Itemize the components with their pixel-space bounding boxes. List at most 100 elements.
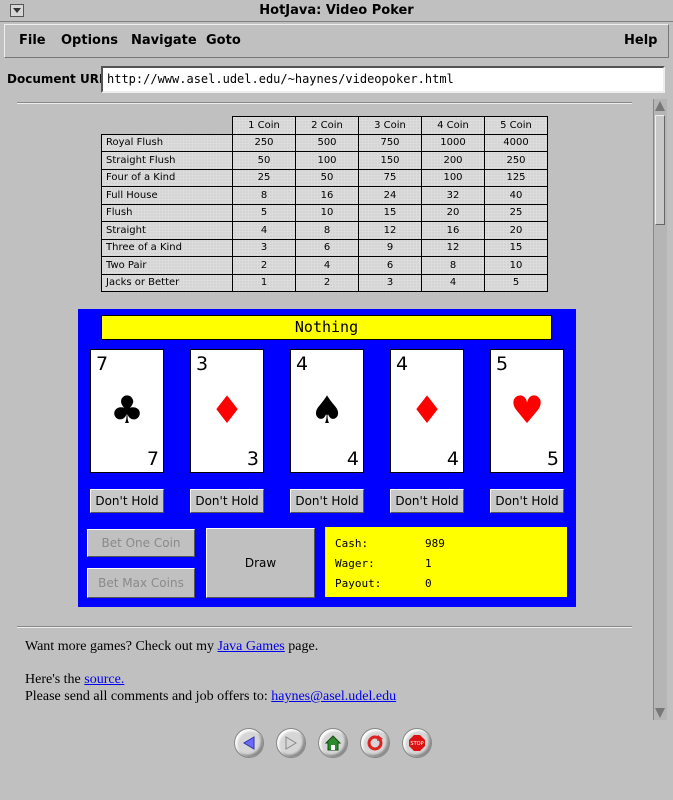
hand-result: Nothing <box>101 315 552 340</box>
menu-file[interactable]: File <box>19 33 46 48</box>
pay-table-row: Royal Flush 250 500 750 1000 4000 <box>101 133 548 152</box>
diamond-icon: ♦ <box>209 388 245 432</box>
hand-name: Straight Flush <box>101 151 233 170</box>
hand-name: Two Pair <box>101 256 233 275</box>
card-rank: 4 <box>396 353 409 375</box>
payout-cell: 32 <box>421 186 485 205</box>
hand-name: Full House <box>101 186 233 205</box>
card-rank: 3 <box>246 448 259 470</box>
source-link[interactable]: source. <box>84 672 124 687</box>
stop-button[interactable]: STOP <box>402 728 432 758</box>
payout-cell: 5 <box>232 203 296 222</box>
pay-table-row: Three of a Kind 3 6 9 12 15 <box>101 238 548 257</box>
reload-button[interactable] <box>360 728 390 758</box>
back-icon <box>243 736 255 750</box>
java-games-link[interactable]: Java Games <box>218 639 285 654</box>
navigation-toolbar: STOP <box>0 722 673 800</box>
header-2-coin: 2 Coin <box>295 116 359 135</box>
pay-table-row: Flush 5 10 15 20 25 <box>101 203 548 222</box>
home-button[interactable] <box>318 728 348 758</box>
pay-table: 1 Coin 2 Coin 3 Coin 4 Coin 5 Coin Royal… <box>101 116 548 292</box>
spade-icon: ♠ <box>309 388 345 432</box>
payout-cell: 25 <box>232 168 296 187</box>
wager-value: 1 <box>425 557 432 570</box>
header-3-coin: 3 Coin <box>358 116 422 135</box>
card-2[interactable]: 3 ♦ 3 <box>190 349 264 473</box>
wager-label: Wager: <box>335 557 375 570</box>
card-rank: 5 <box>546 448 559 470</box>
payout-cell: 4000 <box>484 133 548 152</box>
hand-name: Royal Flush <box>101 133 233 152</box>
payout-cell: 4 <box>295 256 359 275</box>
card-5[interactable]: 5 ♥ 5 <box>490 349 564 473</box>
payout-cell: 150 <box>358 151 422 170</box>
diamond-icon: ♦ <box>409 388 445 432</box>
payout-cell: 6 <box>358 256 422 275</box>
hold-button-3[interactable]: Don't Hold <box>290 489 364 513</box>
payout-cell: 10 <box>484 256 548 275</box>
pay-table-body: Royal Flush 250 500 750 1000 4000 Straight Flu… <box>101 133 548 292</box>
comments-prefix: Please send all comments and job offers … <box>25 689 268 704</box>
hold-button-1[interactable]: Don't Hold <box>90 489 164 513</box>
card-1[interactable]: 7 ♣ 7 <box>90 349 164 473</box>
forward-button[interactable] <box>276 728 306 758</box>
draw-button[interactable]: Draw <box>206 528 315 598</box>
comments-text: Please send all comments and job offers … <box>25 689 396 705</box>
payout-value: 0 <box>425 577 432 590</box>
hold-button-2[interactable]: Don't Hold <box>190 489 264 513</box>
payout-cell: 50 <box>232 151 296 170</box>
hand-name: Four of a Kind <box>101 168 233 187</box>
header-5-coin: 5 Coin <box>484 116 548 135</box>
payout-cell: 200 <box>421 151 485 170</box>
payout-cell: 40 <box>484 186 548 205</box>
pay-table-row: Straight 4 8 12 16 20 <box>101 221 548 240</box>
menu-help[interactable]: Help <box>624 33 657 48</box>
payout-cell: 4 <box>421 273 485 292</box>
scroll-down-icon[interactable] <box>655 708 665 718</box>
payout-cell: 16 <box>421 221 485 240</box>
menu-navigate[interactable]: Navigate <box>131 33 197 48</box>
card-3[interactable]: 4 ♠ 4 <box>290 349 364 473</box>
cash-value: 989 <box>425 537 445 550</box>
scroll-up-icon[interactable] <box>655 101 665 111</box>
card-4[interactable]: 4 ♦ 4 <box>390 349 464 473</box>
pay-table-row: Full House 8 16 24 32 40 <box>101 186 548 205</box>
hold-button-4[interactable]: Don't Hold <box>390 489 464 513</box>
bet-one-coin-button[interactable]: Bet One Coin <box>87 529 195 557</box>
bet-max-coins-button[interactable]: Bet Max Coins <box>87 568 195 598</box>
payout-cell: 24 <box>358 186 422 205</box>
url-label: Document URL: <box>7 72 112 86</box>
pay-table-corner <box>101 116 233 135</box>
hand-name: Straight <box>101 221 233 240</box>
url-input[interactable]: http://www.asel.udel.edu/~haynes/videopo… <box>101 66 665 93</box>
menu-options[interactable]: Options <box>61 33 118 48</box>
stop-label: STOP <box>410 741 423 747</box>
payout-cell: 12 <box>358 221 422 240</box>
payout-cell: 2 <box>232 256 296 275</box>
more-games-suffix: page. <box>288 639 319 654</box>
payout-cell: 750 <box>358 133 422 152</box>
cash-label: Cash: <box>335 537 369 550</box>
payout-cell: 2 <box>295 273 359 292</box>
card-rank: 7 <box>146 448 159 470</box>
payout-cell: 20 <box>484 221 548 240</box>
payout-cell: 100 <box>421 168 485 187</box>
card-rank: 4 <box>446 448 459 470</box>
payout-cell: 500 <box>295 133 359 152</box>
home-icon <box>324 735 342 751</box>
pay-table-row: Four of a Kind 25 50 75 100 125 <box>101 168 548 187</box>
payout-label: Payout: <box>335 577 382 590</box>
vertical-scrollbar[interactable] <box>653 99 667 720</box>
menu-goto[interactable]: Goto <box>206 33 241 48</box>
email-link[interactable]: haynes@asel.udel.edu <box>271 689 396 704</box>
hand-name: Three of a Kind <box>101 238 233 257</box>
payout-cell: 1000 <box>421 133 485 152</box>
payout-cell: 8 <box>421 256 485 275</box>
forward-icon <box>285 736 297 750</box>
hold-button-5[interactable]: Don't Hold <box>490 489 564 513</box>
scroll-thumb[interactable] <box>655 115 665 225</box>
reload-icon <box>367 735 383 751</box>
pay-table-row: Jacks or Better 1 2 3 4 5 <box>101 273 548 292</box>
pay-table-row: Straight Flush 50 100 150 200 250 <box>101 151 548 170</box>
back-button[interactable] <box>234 728 264 758</box>
